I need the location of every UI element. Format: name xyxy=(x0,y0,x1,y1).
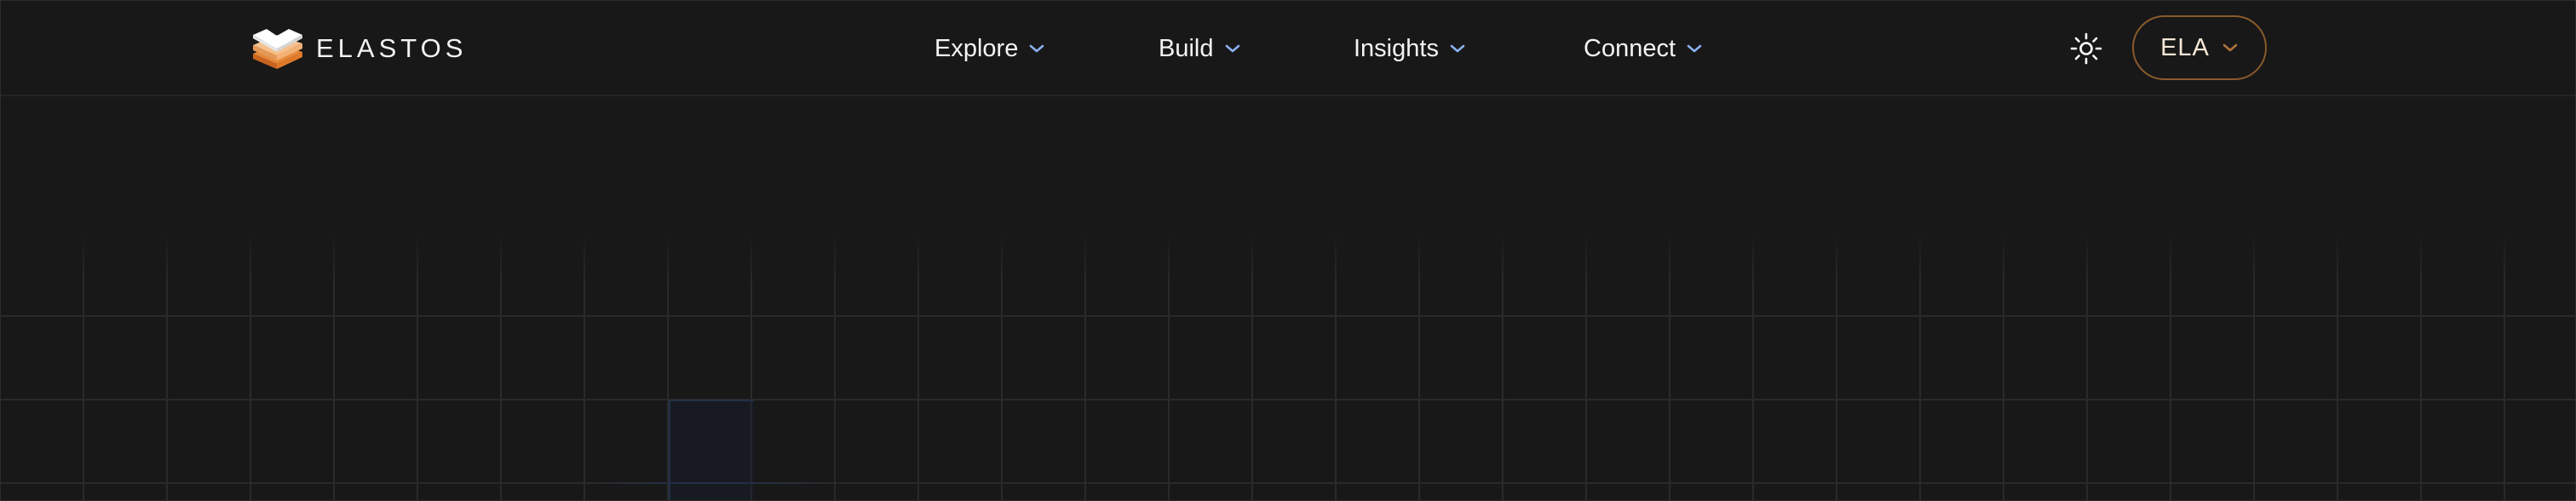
chevron-down-icon xyxy=(1450,44,1465,53)
nav-item-label: Insights xyxy=(1354,34,1439,62)
page: ELASTOS Explore Build Insights Connect E… xyxy=(0,0,2576,501)
nav-item-explore[interactable]: Explore xyxy=(934,30,1045,67)
chevron-down-icon xyxy=(1225,44,1239,53)
chevron-down-icon xyxy=(1687,44,1702,53)
token-label: ELA xyxy=(2160,33,2210,61)
top-navigation-bar: ELASTOS Explore Build Insights Connect E… xyxy=(1,1,2575,96)
nav-item-insights[interactable]: Insights xyxy=(1354,30,1466,67)
token-selector-button[interactable]: ELA xyxy=(2132,15,2267,80)
nav-item-connect[interactable]: Connect xyxy=(1584,30,1703,67)
chevron-down-icon xyxy=(2222,43,2238,52)
background-grid xyxy=(1,233,2575,500)
sun-icon[interactable] xyxy=(2069,32,2103,66)
nav-item-label: Explore xyxy=(934,34,1019,62)
chevron-down-icon xyxy=(1030,44,1044,53)
nav-item-build[interactable]: Build xyxy=(1159,30,1241,67)
elastos-stacked-logo-icon xyxy=(253,29,302,69)
nav-item-label: Connect xyxy=(1584,34,1676,62)
nav-item-label: Build xyxy=(1159,34,1214,62)
background-grid-fade xyxy=(1,233,2575,284)
background-grid-highlight-line xyxy=(589,482,836,484)
brand-name: ELASTOS xyxy=(316,33,468,63)
home-logo-link[interactable]: ELASTOS xyxy=(251,28,467,69)
background-grid-highlight xyxy=(669,400,754,500)
